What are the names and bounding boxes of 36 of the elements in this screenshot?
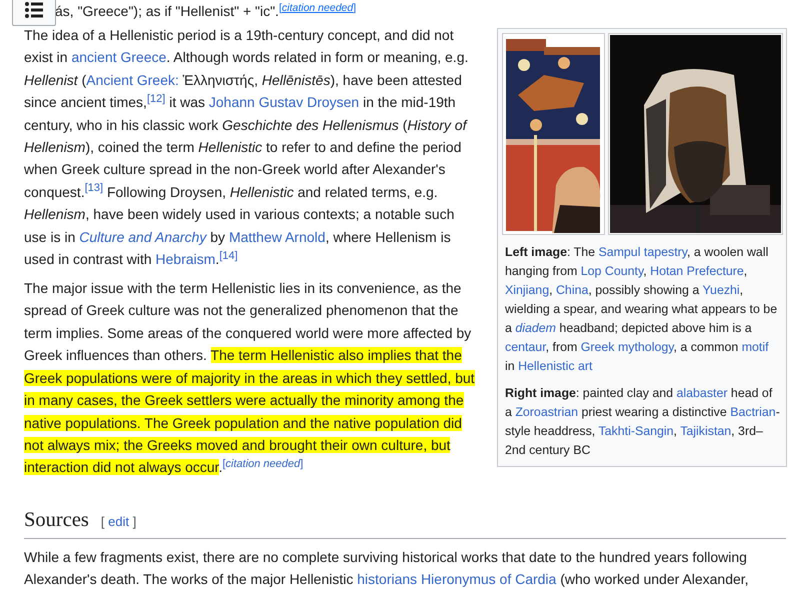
paragraph: While a few fragments exist, there are no complete surviving historical works that date to the hundred years following Alexander's death. The works of the major Hellenistic historians Hieronymus of Cardia (who worked under Alexander, [24, 548, 750, 590]
reference-link[interactable]: [14] [219, 250, 238, 262]
link[interactable]: Hotan Prefecture [650, 264, 744, 278]
link[interactable]: diadem [515, 321, 556, 335]
caption: Right image: painted clay and alabaster head of a Zoroastrian priest wearing a distinctive Bactrian-style headdress, Takhti-Sangin, Tajikistan, 3rd–2nd century BC [505, 385, 780, 459]
reference-link[interactable]: [13] [84, 182, 104, 194]
link[interactable]: Culture and Anarchy [79, 228, 206, 245]
link[interactable]: Hebraism [156, 251, 216, 268]
caption: Left image: The Sampul tapestry, a woolen wall hanging from Lop County, Hotan Prefecture, Xinjiang, China, possibly showing a Yuezhi, wielding a spear, and wearing what appears to be a diadem headband; depicted above him is a centaur, from Greek mythology, a common motif in Hellenistic art [505, 244, 778, 375]
citation-needed-link[interactable]: [citation needed] [278, 2, 356, 14]
edit-link[interactable]: [ edit ] [100, 512, 136, 532]
table-of-contents-button[interactable] [12, 0, 56, 26]
link[interactable]: Bactrian [730, 405, 776, 419]
link[interactable]: Matthew Arnold [228, 228, 326, 245]
link[interactable]: Zoroastrian [515, 405, 578, 419]
link[interactable]: Hellenistic art [518, 359, 592, 373]
link[interactable]: Yuezhi [702, 283, 740, 297]
link[interactable]: Xinjiang [505, 283, 550, 297]
link[interactable]: centaur [505, 340, 546, 354]
link[interactable]: alabaster [676, 386, 728, 400]
link[interactable]: Greek mythology [580, 340, 674, 354]
link[interactable]: Takhti-Sangin [598, 424, 674, 438]
link[interactable]: Sampul tapestry [598, 245, 688, 259]
reference-link[interactable]: [12] [146, 92, 166, 105]
link[interactable]: Ancient Greek: [86, 72, 179, 88]
paragraph: The idea of a Hellenistic period is a 19th-century concept, and did not exist in ancient Greece. Although words related in form or meaning, e.g. Hellenist (Ancient Greek: Ἑλληνιστής, Hellēnistēs), have been attested since ancient times,$^{[12]}$ it was Johann Gustav Droysen in the mid-19th century, who in his classic work Geschichte des Hellenismus (History of Hellenism), coined the term Hellenistic to refer to and define the period when Greek culture spread in the non-Greek world after Alexander's conquest.$^{[13]}$ Following Droysen, Hellenistic and related terms, e.g. Hellenism, have been widely used in various contexts; a notable such use is in Culture and Anarchy by Matthew Arnold, where Hellenism is used in contrast with Hebraism.$^{[14]}$ [24, 26, 470, 270]
link[interactable]: motif [742, 340, 769, 354]
link[interactable]: ancient Greece [71, 49, 166, 66]
citation-needed-link[interactable]: [citation needed] [222, 458, 304, 470]
link[interactable]: China [556, 283, 588, 297]
section-heading: Sources [24, 508, 89, 534]
link[interactable]: Tajikistan [680, 424, 732, 438]
link[interactable]: Johann Gustav Droysen [208, 94, 360, 110]
link[interactable]: historians Hieronymus of Cardia [357, 571, 556, 588]
link[interactable]: Lop County [580, 264, 644, 278]
list-icon [25, 2, 43, 18]
